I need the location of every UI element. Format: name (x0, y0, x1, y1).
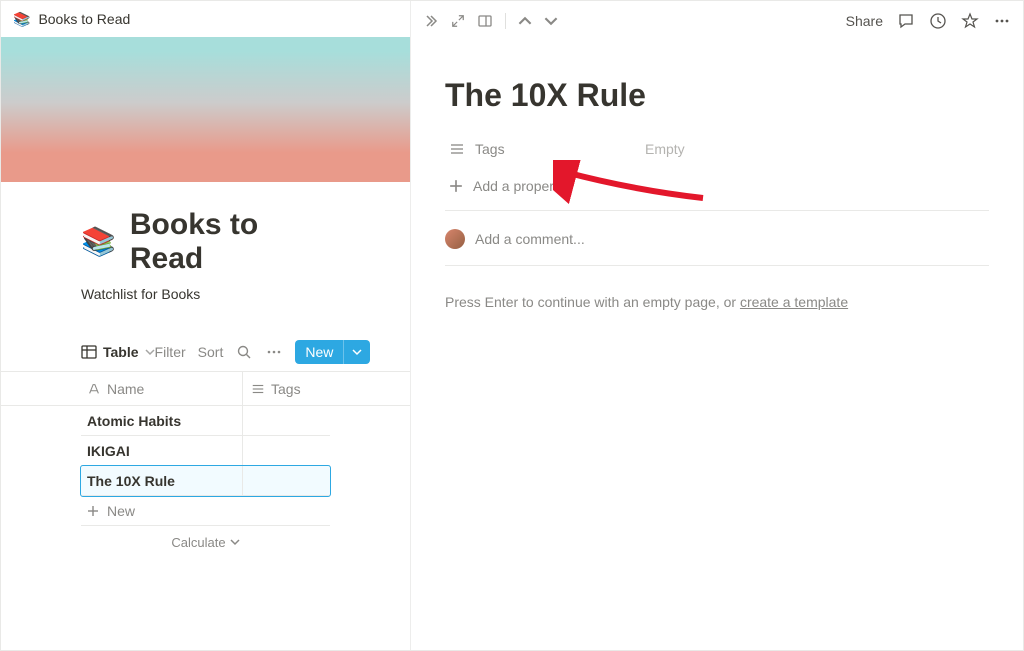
table-icon (81, 344, 97, 360)
multi-select-icon (251, 382, 265, 396)
column-header-name[interactable]: Name (81, 381, 242, 397)
page-header: 📚 Books to Read Watchlist for Books (1, 182, 410, 308)
table-rows: Atomic Habits IKIGAI The 10X Rule New (1, 406, 410, 526)
table-row[interactable]: Atomic Habits (81, 406, 330, 436)
expand-icon[interactable] (451, 14, 465, 28)
plus-icon (87, 505, 99, 517)
new-row-button[interactable]: New (81, 496, 330, 526)
view-name: Table (103, 344, 139, 360)
property-value[interactable]: Empty (645, 141, 685, 157)
empty-page-hint: Press Enter to continue with an empty pa… (445, 294, 989, 310)
plus-icon (449, 179, 463, 193)
hint-text: Press Enter to continue with an empty pa… (445, 294, 740, 310)
sort-button[interactable]: Sort (198, 344, 224, 360)
left-pane: 📚 Books to Read 📚 Books to Read Watchlis… (1, 1, 411, 650)
cell-tags (242, 406, 330, 435)
right-topbar: Share (411, 1, 1023, 41)
more-icon[interactable] (265, 343, 283, 361)
cell-name: Atomic Habits (81, 413, 242, 429)
property-label: Tags (475, 141, 505, 157)
multi-select-icon (449, 141, 465, 157)
breadcrumb[interactable]: 📚 Books to Read (1, 1, 410, 37)
comment-icon[interactable] (897, 12, 915, 30)
divider (445, 265, 989, 266)
table-head: Name Tags (1, 372, 410, 406)
view-switcher[interactable]: Table (81, 344, 155, 360)
new-button[interactable]: New (295, 340, 370, 364)
book-stack-icon: 📚 (13, 12, 30, 26)
chevron-down-icon (145, 347, 155, 357)
column-header-tags[interactable]: Tags (242, 372, 330, 405)
page-title[interactable]: The 10X Rule (445, 77, 989, 114)
favorite-icon[interactable] (961, 12, 979, 30)
cell-tags (242, 466, 330, 495)
table-row[interactable]: IKIGAI (81, 436, 330, 466)
comment-placeholder: Add a comment... (475, 231, 585, 247)
book-stack-icon[interactable]: 📚 (81, 228, 116, 256)
add-property-label: Add a property (473, 178, 565, 194)
new-button-label: New (295, 340, 343, 364)
property-tags[interactable]: Tags Empty (445, 132, 989, 166)
calculate-row[interactable]: Calculate (1, 526, 410, 558)
breadcrumb-title: Books to Read (38, 11, 130, 27)
updates-icon[interactable] (929, 12, 947, 30)
chevron-down-icon[interactable] (343, 340, 370, 364)
chevron-up-icon[interactable] (518, 14, 532, 28)
divider (445, 210, 989, 211)
column-header-label: Name (107, 381, 144, 397)
more-icon[interactable] (993, 12, 1011, 30)
search-icon[interactable] (235, 343, 253, 361)
cell-tags (242, 436, 330, 465)
text-property-icon (87, 382, 101, 396)
document: The 10X Rule Tags Empty Add a property (411, 41, 1023, 650)
peek-mode-icon[interactable] (477, 13, 493, 29)
collapse-icon[interactable] (423, 13, 439, 29)
new-row-label: New (107, 503, 135, 519)
avatar (445, 229, 465, 249)
cell-name: IKIGAI (81, 443, 242, 459)
cover-image (1, 37, 410, 182)
divider (505, 13, 506, 29)
share-button[interactable]: Share (846, 13, 883, 29)
chevron-down-icon[interactable] (544, 14, 558, 28)
annotation-arrow-icon (553, 160, 713, 210)
page-title[interactable]: Books to Read (130, 208, 330, 276)
add-property-button[interactable]: Add a property (445, 168, 989, 204)
calculate-label: Calculate (171, 535, 225, 550)
table-row[interactable]: The 10X Rule (81, 466, 330, 496)
page-description[interactable]: Watchlist for Books (81, 286, 330, 302)
column-header-label: Tags (271, 381, 301, 397)
right-pane: Share The 10X Rule Tags Empty (411, 1, 1023, 650)
chevron-down-icon (230, 537, 240, 547)
create-template-link[interactable]: create a template (740, 294, 848, 310)
filter-button[interactable]: Filter (155, 344, 186, 360)
view-bar: Table Filter Sort New (1, 332, 410, 372)
cell-name: The 10X Rule (81, 473, 242, 489)
comment-input[interactable]: Add a comment... (445, 219, 989, 259)
